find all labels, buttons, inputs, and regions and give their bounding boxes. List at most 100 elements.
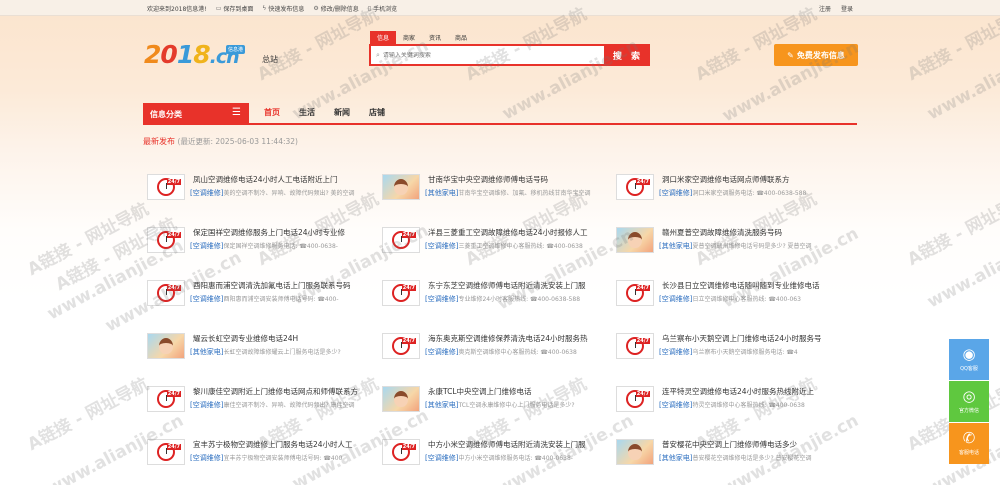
listing-title[interactable]: 中方小米空调维修师傅电话附近清洗安装上门服 xyxy=(428,439,610,450)
listing-title[interactable]: 赣州夏普空调故障维修清洗服务号码 xyxy=(662,227,844,238)
listing-thumbnail[interactable]: 24/7 xyxy=(147,227,185,253)
edit-delete-link[interactable]: ⚙ 修改/删除信息 xyxy=(313,4,358,13)
nav-tab-news[interactable]: 新闻 xyxy=(334,107,350,118)
listing-category-tag[interactable]: [空调维修] xyxy=(659,189,692,197)
listing-thumbnail[interactable]: 24/7 xyxy=(147,280,185,306)
listing-category-tag[interactable]: [空调维修] xyxy=(425,348,458,356)
listing-category-tag[interactable]: [空调维修] xyxy=(659,348,692,356)
listing-item[interactable]: 24/7 洋县三菱重工空调故障维修电话24小时报修人工 [空调维修]三菱重工空调维修… xyxy=(382,225,608,253)
mobile-browse-link[interactable]: ▯ 手机浏览 xyxy=(368,4,397,13)
listing-item[interactable]: 普安樱花中央空调上门维修师傅电话多少 [其他家电]普安樱花空调维修电话是多少? 普… xyxy=(616,437,842,465)
listing-item[interactable]: 24/7 乌兰察布小天鹅空调上门维修电话24小时服务号 [空调维修]乌兰察布小天鹅空… xyxy=(616,331,842,359)
24-7-badge: 24/7 xyxy=(635,179,650,185)
listing-description: [空调维修]保定国祥空调维修服务电话: ☎400-0638- xyxy=(190,241,375,251)
register-link[interactable]: 注册 xyxy=(819,4,831,13)
listing-desc-text: 日立空调维修中心客服热线: ☎400-063 xyxy=(692,296,801,303)
listing-thumbnail[interactable]: 24/7 xyxy=(382,333,420,359)
qq-service-button[interactable]: ◉ QQ客服 xyxy=(949,339,989,380)
listing-thumbnail[interactable] xyxy=(382,386,420,412)
listing-item[interactable]: 24/7 中方小米空调维修师傅电话附近清洗安装上门服 [空调维修]中方小米空调维修服… xyxy=(382,437,608,465)
listing-thumbnail[interactable] xyxy=(616,439,654,465)
listing-item[interactable]: 24/7 洞口米家空调维修电话网点师傅联系方 [空调维修]洞口米家空调服务电话: ☎… xyxy=(616,172,842,200)
listing-item[interactable]: 甘南华宝中央空调维修师傅电话号码 [其他家电]甘南华宝空调维修、加氟、移机热线甘南… xyxy=(382,172,608,200)
listing-item[interactable]: 24/7 东宁东芝空调维修师傅电话附近清洗安装上门服 [空调维修]专业维修24小时客… xyxy=(382,278,608,306)
listing-thumbnail[interactable]: 24/7 xyxy=(382,439,420,465)
listing-thumbnail[interactable]: 24/7 xyxy=(382,280,420,306)
listing-title[interactable]: 长沙县日立空调维修电话随叫随到专业维修电话 xyxy=(662,280,844,291)
listing-category-tag[interactable]: [其他家电] xyxy=(659,242,692,250)
listing-category-tag[interactable]: [其他家电] xyxy=(425,401,458,409)
listing-item[interactable]: 赣州夏普空调故障维修清洗服务号码 [其他家电]夏普空调赣州维修电话号码是多少? 夏… xyxy=(616,225,842,253)
logo-badge: 信息港 xyxy=(226,45,246,54)
search-input[interactable] xyxy=(382,51,583,59)
listing-category-tag[interactable]: [空调维修] xyxy=(190,295,223,303)
listing-title[interactable]: 海东奥克斯空调维修保养清洗电话24小时服务热 xyxy=(428,333,610,344)
listing-item[interactable]: 耀云长虹空调专业维修电话24H [其他家电]长虹空调故障维修耀云上门服务电话是多少… xyxy=(147,331,373,359)
listing-thumbnail[interactable]: 24/7 xyxy=(616,174,654,200)
listing-thumbnail[interactable] xyxy=(147,333,185,359)
listing-thumbnail[interactable]: 24/7 xyxy=(382,227,420,253)
listing-item[interactable]: 永康TCL中央空调上门维修电话 [其他家电]TCL空调永康维修中心上门服务电话是多… xyxy=(382,384,608,412)
quick-publish-link[interactable]: ϟ 快速发布信息 xyxy=(262,4,304,13)
listing-thumbnail[interactable]: 24/7 xyxy=(616,280,654,306)
listing-title[interactable]: 耀云长虹空调专业维修电话24H xyxy=(193,333,375,344)
listing-title[interactable]: 永康TCL中央空调上门维修电话 xyxy=(428,386,610,397)
phone-service-button[interactable]: ✆ 客服电话 xyxy=(949,423,989,464)
listing-title[interactable]: 黎川康佳空调附近上门维修电话网点和师傅联系方 xyxy=(193,386,375,397)
wechat-button[interactable]: ◎ 官方微信 xyxy=(949,381,989,422)
listing-thumbnail[interactable]: 24/7 xyxy=(147,174,185,200)
nav-tab-shops[interactable]: 店铺 xyxy=(369,107,385,118)
listing-category-tag[interactable]: [空调维修] xyxy=(190,189,223,197)
listing-category-tag[interactable]: [空调维修] xyxy=(425,242,458,250)
site-logo[interactable]: 2018.cn 信息港 xyxy=(144,40,252,72)
listing-category-tag[interactable]: [空调维修] xyxy=(190,242,223,250)
search-tab-news[interactable]: 资讯 xyxy=(422,31,448,44)
listing-item[interactable]: 24/7 保定国祥空调维修服务上门电话24小时专业修 [空调维修]保定国祥空调维修服… xyxy=(147,225,373,253)
publish-button[interactable]: ✎ 免费发布信息 xyxy=(774,44,858,66)
listing-thumbnail[interactable] xyxy=(616,227,654,253)
listing-category-tag[interactable]: [空调维修] xyxy=(190,454,223,462)
listing-category-tag[interactable]: [其他家电] xyxy=(425,189,458,197)
listing-item[interactable]: 24/7 黎川康佳空调附近上门维修电话网点和师傅联系方 [空调维修]康佳空调不制冷、… xyxy=(147,384,373,412)
listing-title[interactable]: 凤山空调维修电话24小时人工电话附近上门 xyxy=(193,174,375,185)
listing-title[interactable]: 普安樱花中央空调上门维修师傅电话多少 xyxy=(662,439,844,450)
listing-item[interactable]: 24/7 长沙县日立空调维修电话随叫随到专业维修电话 [空调维修]日立空调维修中心客… xyxy=(616,278,842,306)
listing-item[interactable]: 24/7 连平特灵空调维修电话24小时服务热线附近上 [空调维修]特灵空调维修中心客… xyxy=(616,384,842,412)
listing-title[interactable]: 保定国祥空调维修服务上门电话24小时专业修 xyxy=(193,227,375,238)
city-selector[interactable]: 总站 xyxy=(262,54,278,65)
search-tab-goods[interactable]: 商品 xyxy=(448,31,474,44)
search-tab-info[interactable]: 信息 xyxy=(370,31,397,44)
listing-item[interactable]: 24/7 凤山空调维修电话24小时人工电话附近上门 [空调维修]美的空调不制冷、异响… xyxy=(147,172,373,200)
listing-thumbnail[interactable] xyxy=(382,174,420,200)
login-link[interactable]: 登录 xyxy=(841,4,853,13)
search-button[interactable]: 搜 索 xyxy=(606,44,650,66)
listing-item[interactable]: 24/7 酉阳惠而浦空调清洗加氟电话上门服务联系号码 [空调维修]酉阳惠而浦空调安装… xyxy=(147,278,373,306)
listing-title[interactable]: 宜丰苏宁极物空调维修上门服务电话24小时人工 xyxy=(193,439,375,450)
listing-title[interactable]: 酉阳惠而浦空调清洗加氟电话上门服务联系号码 xyxy=(193,280,375,291)
listing-title[interactable]: 东宁东芝空调维修师傅电话附近清洗安装上门服 xyxy=(428,280,610,291)
listing-title[interactable]: 连平特灵空调维修电话24小时服务热线附近上 xyxy=(662,386,844,397)
listing-category-tag[interactable]: [空调维修] xyxy=(659,401,692,409)
nav-tab-life[interactable]: 生活 xyxy=(299,107,315,118)
listing-title[interactable]: 洞口米家空调维修电话网点师傅联系方 xyxy=(662,174,844,185)
listing-category-tag[interactable]: [空调维修] xyxy=(425,295,458,303)
category-menu-button[interactable]: 信息分类 ☰ xyxy=(143,103,249,125)
nav-tab-home[interactable]: 首页 xyxy=(264,107,280,118)
listing-title[interactable]: 乌兰察布小天鹅空调上门维修电话24小时服务号 xyxy=(662,333,844,344)
search-tab-merchant[interactable]: 商家 xyxy=(396,31,422,44)
listing-category-tag[interactable]: [其他家电] xyxy=(659,454,692,462)
listing-category-tag[interactable]: [其他家电] xyxy=(190,348,223,356)
listing-thumbnail[interactable]: 24/7 xyxy=(147,439,185,465)
listing-thumbnail[interactable]: 24/7 xyxy=(616,386,654,412)
save-desktop-link[interactable]: ▭ 保存到桌面 xyxy=(216,4,254,13)
listing-item[interactable]: 24/7 宜丰苏宁极物空调维修上门服务电话24小时人工 [空调维修]宜丰苏宁极物空调… xyxy=(147,437,373,465)
listing-category-tag[interactable]: [空调维修] xyxy=(425,454,458,462)
listing-thumbnail[interactable]: 24/7 xyxy=(147,386,185,412)
listing-category-tag[interactable]: [空调维修] xyxy=(659,295,692,303)
listing-desc-text: 保定国祥空调维修服务电话: ☎400-0638- xyxy=(223,243,338,250)
listing-title[interactable]: 洋县三菱重工空调故障维修电话24小时报修人工 xyxy=(428,227,610,238)
listing-category-tag[interactable]: [空调维修] xyxy=(190,401,223,409)
listing-item[interactable]: 24/7 海东奥克斯空调维修保养清洗电话24小时服务热 [空调维修]奥克斯空调维修中… xyxy=(382,331,608,359)
listing-title[interactable]: 甘南华宝中央空调维修师傅电话号码 xyxy=(428,174,610,185)
listing-thumbnail[interactable]: 24/7 xyxy=(616,333,654,359)
